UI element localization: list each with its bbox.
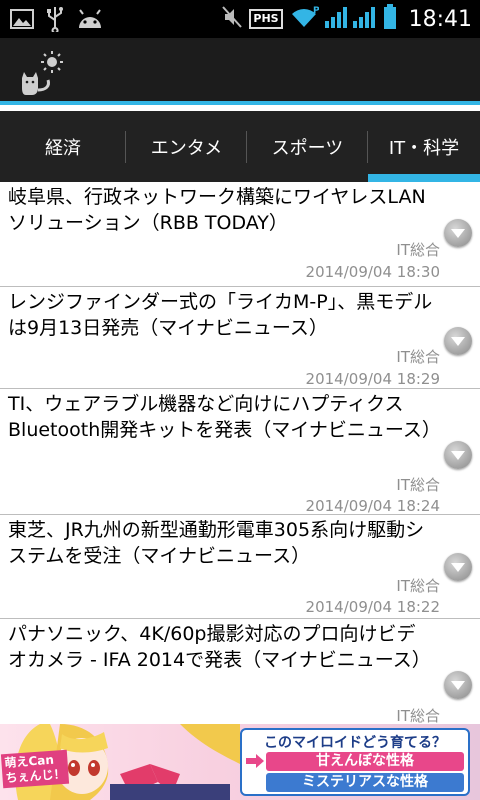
tab-economy[interactable]: 経済 <box>0 111 126 182</box>
news-date: 2014/09/04 18:30 <box>305 263 440 281</box>
ad-option-sweet[interactable]: 甘えんぼな性格 <box>266 752 464 771</box>
expand-button[interactable] <box>444 553 472 581</box>
news-category: IT総合 <box>396 348 440 366</box>
news-item[interactable]: TI、ウェアラブル機器など向けにハプティクスBluetooth開発キットを発表（… <box>0 389 480 515</box>
ad-banner[interactable]: 萌えCan ちぇんじ！ このマイロイドどう育てる？ 甘えんぼな性格 ミステリアス… <box>0 724 480 800</box>
notification-icons <box>10 6 104 36</box>
signal-icon <box>324 5 377 33</box>
ad-option-mysterious[interactable]: ミステリアスな性格 <box>266 773 464 792</box>
news-title: レンジファインダー式の「ライカM-P」、黒モデルは9月13日発売（マイナビニュー… <box>8 291 433 339</box>
mute-icon <box>221 5 243 33</box>
news-category: IT総合 <box>396 707 440 724</box>
news-date: 2014/09/04 18:24 <box>305 497 440 515</box>
news-category: IT総合 <box>396 577 440 595</box>
system-status-icons: PHS P 18:41 <box>221 4 472 34</box>
news-date: 2014/09/04 18:22 <box>305 598 440 616</box>
chevron-down-icon <box>451 563 465 572</box>
anime-character-image: 萌えCan ちぇんじ！ <box>0 724 240 800</box>
tab-label: IT・科学 <box>388 137 460 159</box>
image-icon <box>10 8 34 34</box>
news-item[interactable]: パナソニック、4K/60p撮影対応のプロ向けビデオカメラ - IFA 2014で… <box>0 619 480 724</box>
news-title: パナソニック、4K/60p撮影対応のプロ向けビデオカメラ - IFA 2014で… <box>8 623 431 671</box>
ad-question-box[interactable]: このマイロイドどう育てる？ 甘えんぼな性格 ミステリアスな性格 <box>240 728 470 796</box>
ad-logo-line2: ちぇんじ！ <box>5 766 66 786</box>
expand-button[interactable] <box>444 219 472 247</box>
news-list: 岐阜県、行政ネットワーク構築にワイヤレスLANソリューション（RBB TODAY… <box>0 182 480 724</box>
news-date: 2014/09/04 18:29 <box>305 370 440 388</box>
expand-button[interactable] <box>444 671 472 699</box>
wifi-icon: P <box>289 5 320 33</box>
chevron-down-icon <box>451 337 465 346</box>
svg-text:P: P <box>313 6 319 16</box>
ad-logo-text: 萌えCan ちぇんじ！ <box>0 749 70 789</box>
expand-button[interactable] <box>444 441 472 469</box>
news-item[interactable]: 岐阜県、行政ネットワーク構築にワイヤレスLANソリューション（RBB TODAY… <box>0 182 480 287</box>
status-bar: PHS P 18:41 <box>0 0 480 38</box>
ad-question: このマイロイドどう育てる？ <box>264 735 446 751</box>
action-bar <box>0 38 480 105</box>
chevron-down-icon <box>451 451 465 460</box>
active-tab-indicator <box>368 174 480 182</box>
news-item[interactable]: 東芝、JR九州の新型通勤形電車305系向け駆動システムを受注（マイナビニュース）… <box>0 515 480 619</box>
app-screen: PHS P 18:41 経済 エンタメ スポーツ IT・科学 岐阜県、行政ネット… <box>0 0 480 800</box>
battery-icon <box>383 4 397 34</box>
tab-sports[interactable]: スポーツ <box>247 111 368 182</box>
tab-label: 経済 <box>45 137 81 159</box>
action-bar-accent-line <box>0 101 480 105</box>
expand-button[interactable] <box>444 327 472 355</box>
category-tab-bar: 経済 エンタメ スポーツ IT・科学 <box>0 111 480 182</box>
news-item[interactable]: レンジファインダー式の「ライカM-P」、黒モデルは9月13日発売（マイナビニュー… <box>0 287 480 389</box>
tab-it-science[interactable]: IT・科学 <box>368 111 480 182</box>
news-title: TI、ウェアラブル機器など向けにハプティクスBluetooth開発キットを発表（… <box>8 393 441 441</box>
usb-icon <box>46 6 64 36</box>
tab-label: エンタメ <box>150 137 223 159</box>
tab-label: スポーツ <box>271 137 344 159</box>
news-category: IT総合 <box>396 476 440 494</box>
news-category: IT総合 <box>396 241 440 259</box>
cat-sun-logo-icon[interactable] <box>16 48 68 98</box>
carrier-badge: PHS <box>249 9 283 29</box>
news-title: 岐阜県、行政ネットワーク構築にワイヤレスLANソリューション（RBB TODAY… <box>8 186 426 234</box>
news-title: 東芝、JR九州の新型通勤形電車305系向け駆動システムを受注（マイナビニュース） <box>8 519 425 567</box>
android-icon <box>76 8 104 34</box>
tab-entertainment[interactable]: エンタメ <box>126 111 247 182</box>
chevron-down-icon <box>451 229 465 238</box>
clock: 18:41 <box>408 6 472 32</box>
arrow-right-icon <box>246 754 264 768</box>
chevron-down-icon <box>451 681 465 690</box>
